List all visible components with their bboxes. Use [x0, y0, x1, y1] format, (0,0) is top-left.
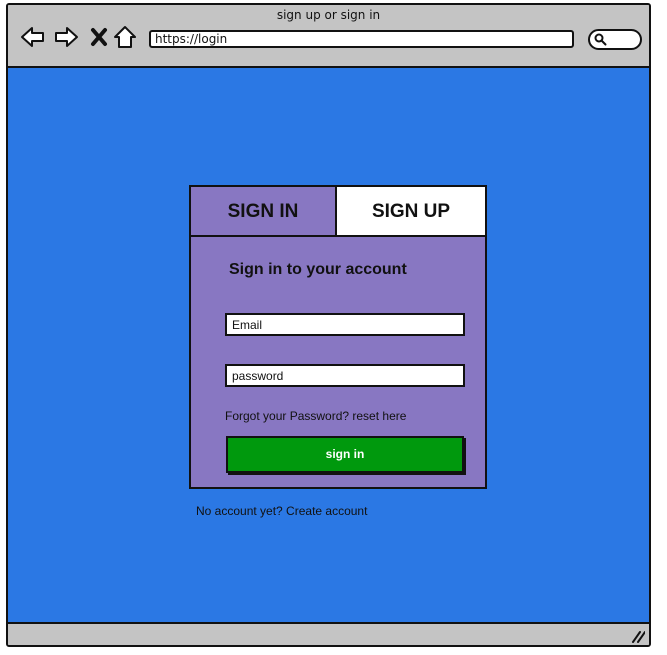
browser-toolbar: sign up or sign in https://login: [8, 5, 649, 68]
back-arrow-icon[interactable]: [20, 24, 46, 50]
create-account-link[interactable]: No account yet? Create account: [196, 504, 367, 518]
close-x-icon[interactable]: [86, 24, 112, 50]
tab-sign-up[interactable]: SIGN UP: [337, 187, 485, 237]
window-title: sign up or sign in: [276, 8, 381, 22]
forward-arrow-icon[interactable]: [53, 24, 79, 50]
resize-grip-icon[interactable]: [631, 629, 645, 643]
page-viewport: SIGN IN SIGN UP Sign in to your account …: [8, 68, 649, 622]
search-button[interactable]: [588, 29, 642, 50]
auth-card: SIGN IN SIGN UP Sign in to your account …: [189, 185, 487, 489]
sign-in-button[interactable]: sign in: [226, 436, 464, 473]
email-field[interactable]: [225, 313, 465, 336]
password-field[interactable]: [225, 364, 465, 387]
search-icon: [594, 33, 607, 46]
browser-window: sign up or sign in https://login SIGN IN…: [6, 3, 651, 647]
tab-sign-in[interactable]: SIGN IN: [191, 187, 337, 237]
address-bar[interactable]: https://login: [149, 30, 574, 48]
forgot-password-link[interactable]: Forgot your Password? reset here: [225, 409, 406, 423]
status-bar: [8, 622, 649, 645]
form-heading: Sign in to your account: [229, 261, 407, 278]
home-icon[interactable]: [112, 24, 138, 50]
